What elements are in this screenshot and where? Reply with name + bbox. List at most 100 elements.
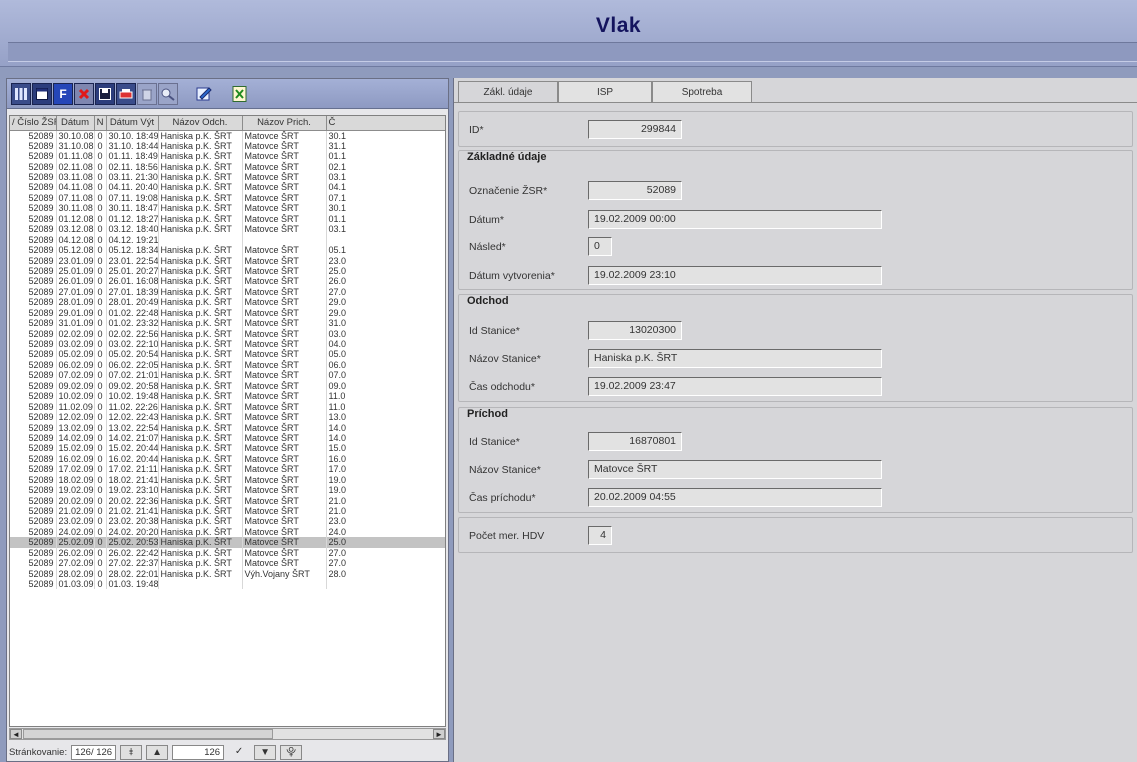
tab-zakl-udaje[interactable]: Zákl. údaje [458,81,558,103]
title-separator [8,42,1137,62]
zoom-icon[interactable] [158,82,178,105]
table-cell: Haniska p.K. ŠRT [158,244,243,256]
table-cell: 20.02.09 [56,495,95,506]
cas-odchodu-field[interactable]: 19.02.2009 23:47 [588,377,882,396]
page-number-input[interactable]: 126 [172,744,225,760]
table-row[interactable]: 52089 10.02.09 0 10.02. 19:48 Haniska p.K. Š… [10,391,445,402]
table-cell: Haniska p.K. ŠRT [158,474,243,485]
last-page-icon[interactable]: ⯓ [280,744,303,760]
table-cell: 07.11. 19:08 [106,192,159,204]
table-row[interactable]: 52089 05.12.08 0 05.12. 18:34 Haniska p.K. Š… [10,244,445,256]
table-row[interactable]: 52089 13.02.09 0 13.02. 22:54 Haniska p.K. Š… [10,422,445,433]
column-header-cislo-zsr[interactable]: / Číslo ŽSR [10,116,57,131]
table-row[interactable]: 52089 03.11.08 0 03.11. 21:30 Haniska p.K. Š… [10,171,445,183]
table-row[interactable]: 52089 30.10.08 0 30.10. 18:49 Haniska p.K. Š… [10,130,445,141]
datum-field[interactable]: 19.02.2009 00:00 [588,210,882,229]
table-row[interactable]: 52089 09.02.09 0 09.02. 20:58 Haniska p.K. Š… [10,380,445,391]
table-row[interactable]: 52089 04.12.08 0 04.12. 19:21 [10,234,445,245]
save-icon[interactable] [95,82,115,105]
table-row[interactable]: 52089 12.02.09 0 12.02. 22:43 Haniska p.K. Š… [10,411,445,423]
table-row[interactable]: 52089 01.11.08 0 01.11. 18:49 Haniska p.K. Š… [10,150,445,162]
tab-isp[interactable]: ISP [558,81,652,103]
table-row[interactable]: 52089 26.01.09 0 26.01. 16:08 Haniska p.K. Š… [10,276,445,287]
export-excel-icon[interactable] [230,83,250,105]
id-field[interactable]: 299844 [588,120,682,139]
table-cell: 52089 [10,526,57,538]
window-icon[interactable] [32,82,52,105]
table-row[interactable]: 52089 11.02.09 0 11.02. 22:26 Haniska p.K. Š… [10,401,445,412]
table-row[interactable]: 52089 18.02.09 0 18.02. 21:41 Haniska p.K. Š… [10,474,445,485]
print-icon[interactable] [116,82,136,105]
table-row[interactable]: 52089 06.02.09 0 06.02. 22:05 Haniska p.K. Š… [10,359,445,371]
horizontal-scrollbar[interactable]: ◄ ► [9,728,446,740]
table-row[interactable]: 52089 02.02.09 0 02.02. 22:56 Haniska p.K. Š… [10,328,445,339]
table-row[interactable]: 52089 31.01.09 0 01.02. 23:32 Haniska p.K. Š… [10,317,445,329]
table-row[interactable]: 52089 17.02.09 0 17.02. 21:11 Haniska p.K. Š… [10,464,445,475]
oznacenie-zsr-field[interactable]: 52089 [588,181,682,200]
column-header-cas[interactable]: Č [326,116,445,131]
prichod-id-stanice-field[interactable]: 16870801 [588,432,682,451]
table-row[interactable]: 52089 03.12.08 0 03.12. 18:40 Haniska p.K. Š… [10,224,445,235]
edit-icon[interactable] [194,83,214,105]
table-row[interactable]: 52089 30.11.08 0 30.11. 18:47 Haniska p.K. Š… [10,203,445,214]
table-row[interactable]: 52089 27.01.09 0 27.01. 18:39 Haniska p.K. Š… [10,286,445,298]
table-row[interactable]: 52089 27.02.09 0 27.02. 22:37 Haniska p.K. Š… [10,558,445,569]
table-cell: 15.0 [326,443,445,454]
table-row[interactable]: 52089 14.02.09 0 14.02. 21:07 Haniska p.K. Š… [10,432,445,444]
nasled-field[interactable]: 0 [588,237,612,256]
prichod-nazov-stanice-field[interactable]: Matovce ŠRT [588,460,882,479]
table-row[interactable]: 52089 15.02.09 0 15.02. 20:44 Haniska p.K. Š… [10,443,445,454]
table-row[interactable]: 52089 23.01.09 0 23.01. 22:54 Haniska p.K. Š… [10,255,445,266]
table-cell: 01.02. 23:32 [106,317,159,329]
table-row[interactable]: 52089 31.10.08 0 31.10. 18:44 Haniska p.K. Š… [10,140,445,151]
odchod-nazov-stanice-field[interactable]: Haniska p.K. ŠRT [588,349,882,368]
records-grid[interactable]: / Číslo ŽSR Dátum N Dátum Výt Názov Odch… [9,115,446,727]
grid-columns-icon[interactable] [11,82,31,105]
table-row[interactable]: 52089 26.02.09 0 26.02. 22:42 Haniska p.K. Š… [10,547,445,558]
table-row[interactable]: 52089 19.02.09 0 19.02. 23:10 Haniska p.K. Š… [10,484,445,496]
column-header-nazov-prich[interactable]: Názov Prich. [242,116,327,131]
table-cell: 0 [94,537,107,548]
column-header-nazov-odch[interactable]: Názov Odch. [158,116,243,131]
odchod-id-stanice-field[interactable]: 13020300 [588,321,682,340]
table-row[interactable]: 52089 07.02.09 0 07.02. 21:01 Haniska p.K. Š… [10,370,445,381]
table-row[interactable]: 52089 01.03.09 0 01.03. 19:48 [10,578,445,590]
column-header-datum[interactable]: Dátum [56,116,95,131]
next-icon[interactable]: ▼ [254,744,277,760]
scroll-thumb[interactable] [23,729,273,739]
table-row[interactable]: 52089 04.11.08 0 04.11. 20:40 Haniska p.K. Š… [10,182,445,193]
scroll-right-icon[interactable]: ► [433,729,445,739]
column-header-nasled[interactable]: N [94,116,107,131]
table-row[interactable]: 52089 20.02.09 0 20.02. 22:36 Haniska p.K. Š… [10,495,445,506]
table-row[interactable]: 52089 23.02.09 0 23.02. 20:38 Haniska p.K. Š… [10,516,445,527]
table-row[interactable]: 52089 05.02.09 0 05.02. 20:54 Haniska p.K. Š… [10,349,445,360]
previous-icon[interactable]: ▲ [146,744,169,760]
table-row[interactable]: 52089 21.02.09 0 21.02. 21:41 Haniska p.K. Š… [10,505,445,517]
filter-icon[interactable]: F [53,82,73,105]
table-row[interactable]: 52089 07.11.08 0 07.11. 19:08 Haniska p.K. Š… [10,192,445,204]
table-row[interactable]: 52089 24.02.09 0 24.02. 20:20 Haniska p.K. Š… [10,526,445,538]
datum-vytvorenia-field[interactable]: 19.02.2009 23:10 [588,266,882,285]
trash-icon[interactable] [137,82,157,105]
table-row[interactable]: 52089 29.01.09 0 01.02. 22:48 Haniska p.K. Š… [10,307,445,318]
table-row[interactable]: 52089 25.02.09 0 25.02. 20:53 Haniska p.K. Š… [10,537,445,548]
column-header-datum-vyt[interactable]: Dátum Výt [106,116,159,131]
check-icon[interactable]: ✓ [228,745,250,760]
first-page-icon[interactable]: ⯒ [120,744,143,760]
table-row[interactable]: 52089 28.01.09 0 28.01. 20:49 Haniska p.K. Š… [10,297,445,308]
pocet-mer-hdv-field[interactable]: 4 [588,526,612,545]
table-row[interactable]: 52089 01.12.08 0 01.12. 18:27 Haniska p.K. Š… [10,213,445,224]
delete-icon[interactable] [74,82,94,105]
scroll-left-icon[interactable]: ◄ [10,729,22,739]
table-cell: 0 [94,558,107,569]
table-row[interactable]: 52089 28.02.09 0 28.02. 22:01 Haniska p.K. Š… [10,568,445,579]
table-row[interactable]: 52089 25.01.09 0 25.01. 20:27 Haniska p.K. Š… [10,265,445,277]
table-row[interactable]: 52089 16.02.09 0 16.02. 20:44 Haniska p.K. Š… [10,453,445,465]
table-row[interactable]: 52089 02.11.08 0 02.11. 18:56 Haniska p.K. Š… [10,161,445,172]
table-cell: 0 [94,432,107,444]
tab-spotreba[interactable]: Spotreba [652,81,752,103]
zakladne-udaje-group: Základné údaje Označenie ŽSR* 52089 Dátu… [458,150,1133,290]
table-cell: 02.02. 22:56 [106,328,159,339]
cas-prichodu-field[interactable]: 20.02.2009 04:55 [588,488,882,507]
table-row[interactable]: 52089 03.02.09 0 03.02. 22:10 Haniska p.K. Š… [10,338,445,350]
